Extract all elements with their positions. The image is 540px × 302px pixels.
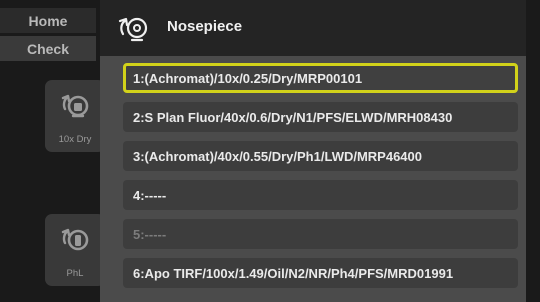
panel-header: Nosepiece xyxy=(100,0,526,56)
objective-item-2[interactable]: 2:S Plan Fluor/40x/0.6/Dry/N1/PFS/ELWD/M… xyxy=(123,102,518,132)
background-right-edge xyxy=(526,0,540,302)
objective-item-4[interactable]: 4:----- xyxy=(123,180,518,210)
background-sidebar: Home Check 10x Dry PhL xyxy=(0,0,105,302)
tab-home[interactable]: Home xyxy=(0,8,96,33)
objective-tile-10x-dry[interactable]: 10x Dry xyxy=(45,80,105,152)
objective-item-1[interactable]: 1:(Achromat)/10x/0.25/Dry/MRP00101 xyxy=(123,63,518,93)
nosepiece-icon xyxy=(61,94,89,118)
nosepiece-icon xyxy=(61,228,89,251)
objective-tile-phl[interactable]: PhL xyxy=(45,214,105,286)
objective-item-3[interactable]: 3:(Achromat)/40x/0.55/Dry/Ph1/LWD/MRP464… xyxy=(123,141,518,171)
nosepiece-panel: Nosepiece 1:(Achromat)/10x/0.25/Dry/MRP0… xyxy=(100,0,526,302)
tab-check[interactable]: Check xyxy=(0,36,96,61)
tile-label: 10x Dry xyxy=(58,134,92,145)
tile-label: PhL xyxy=(66,268,84,279)
objective-item-5[interactable]: 5:----- xyxy=(123,219,518,249)
panel-title: Nosepiece xyxy=(167,18,243,35)
objective-item-6[interactable]: 6:Apo TIRF/100x/1.49/Oil/N2/NR/Ph4/PFS/M… xyxy=(123,258,518,288)
nosepiece-icon xyxy=(118,17,148,42)
